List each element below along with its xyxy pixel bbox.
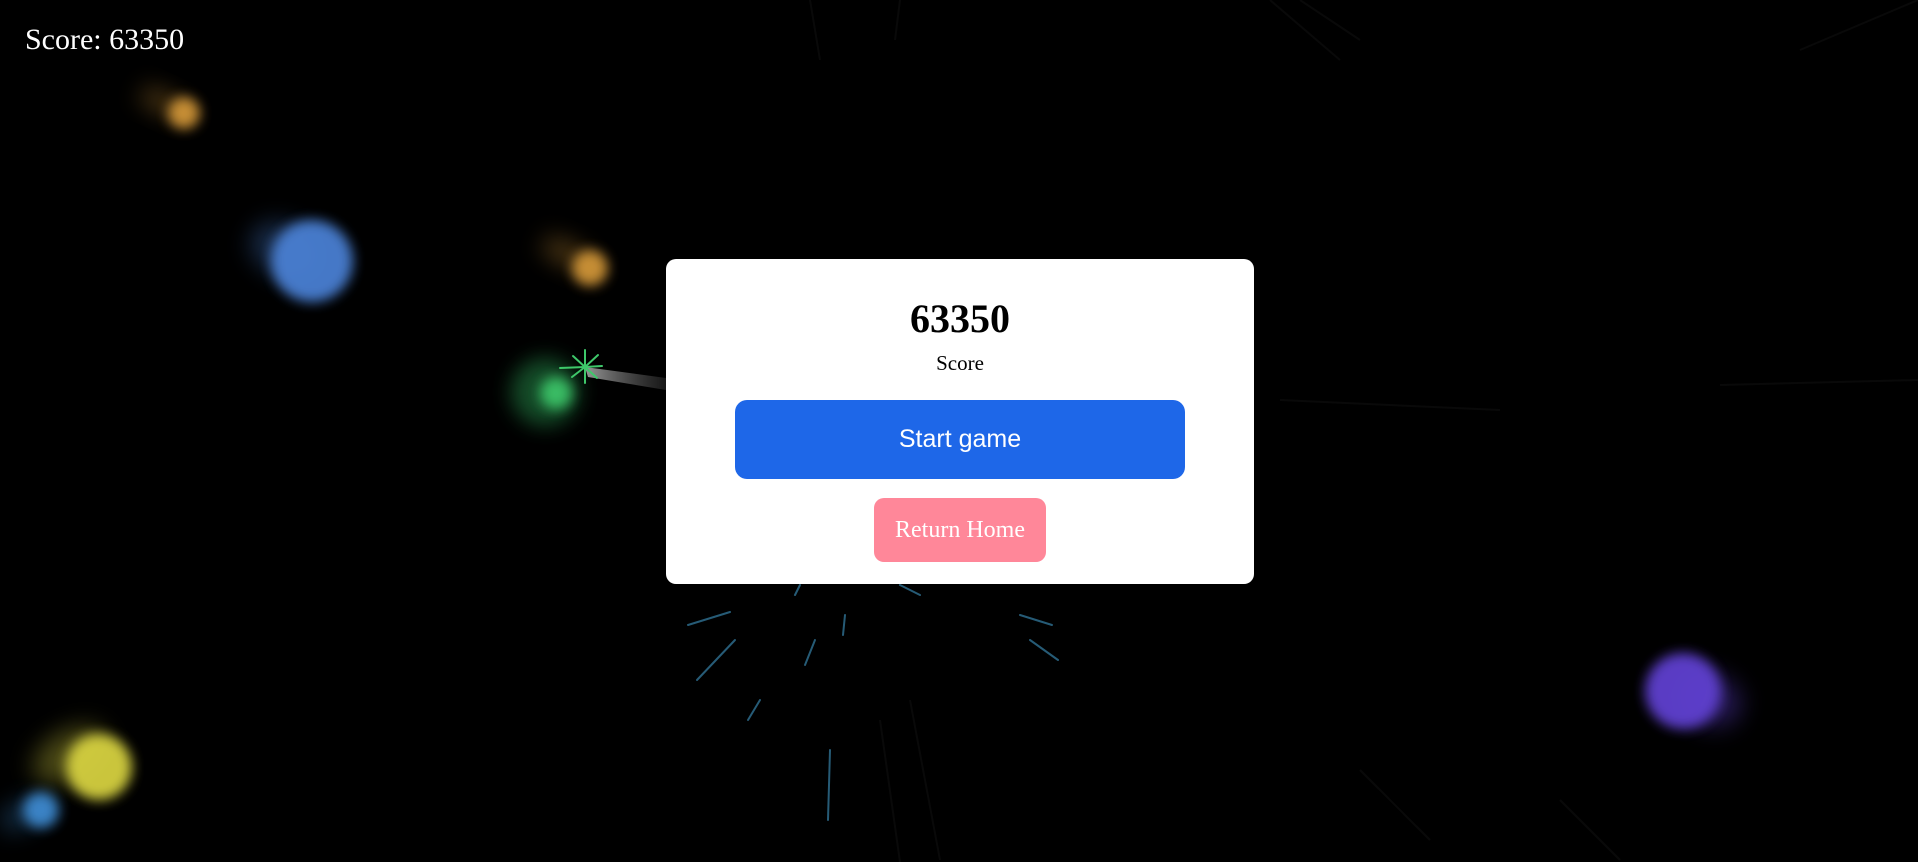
small-blue-orb: [0, 792, 59, 830]
purple-orb: [1645, 653, 1742, 729]
start-game-button[interactable]: Start game: [735, 400, 1185, 479]
blue-orb-large: [250, 220, 353, 302]
cyan-burst-icon: [687, 584, 1059, 821]
final-score-label: Score: [936, 351, 984, 375]
orange-orb-medium: [541, 238, 608, 286]
yellow-orb: [33, 726, 132, 800]
final-score-value: 63350: [910, 296, 1010, 341]
return-home-button[interactable]: Return Home: [874, 498, 1046, 562]
game-over-modal: 63350 Score Start game Return Home: [666, 259, 1254, 584]
orange-orb-small: [139, 88, 200, 129]
green-spiky-orb-icon: [511, 349, 603, 426]
score-hud: Score: 63350: [25, 23, 185, 56]
